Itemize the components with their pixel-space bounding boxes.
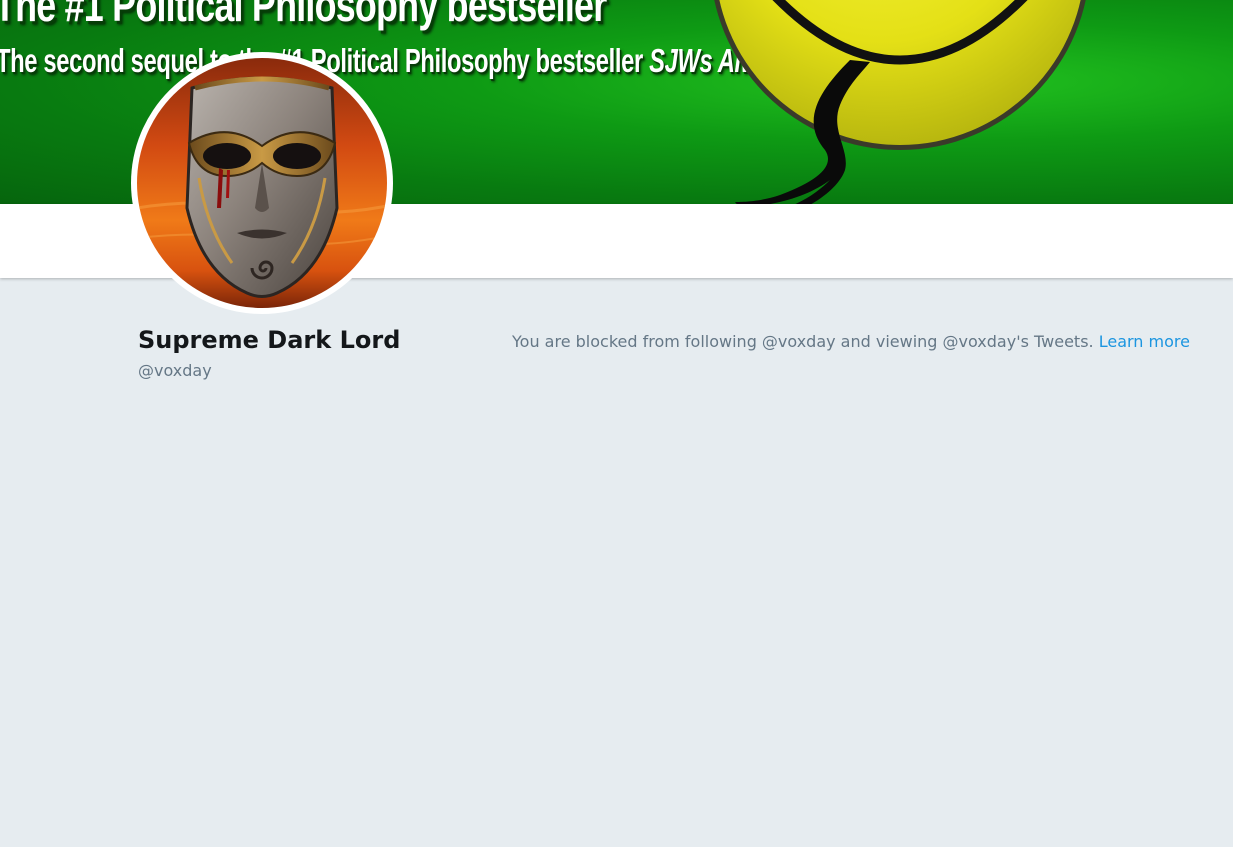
learn-more-link[interactable]: Learn more [1099, 332, 1190, 351]
profile-display-name[interactable]: Supreme Dark Lord [138, 326, 400, 354]
blocked-message: You are blocked from following @voxday a… [512, 332, 1094, 351]
blocked-notice: You are blocked from following @voxday a… [512, 332, 1190, 351]
bronze-mask-avatar-icon [137, 58, 387, 308]
profile-handle[interactable]: @voxday [138, 361, 212, 380]
avatar[interactable] [131, 52, 393, 314]
smiley-face-icon [714, 0, 1086, 204]
profile-page: The #1 Political Philosophy bestseller T… [0, 0, 1233, 847]
banner-headline: The #1 Political Philosophy bestseller [0, 0, 607, 31]
